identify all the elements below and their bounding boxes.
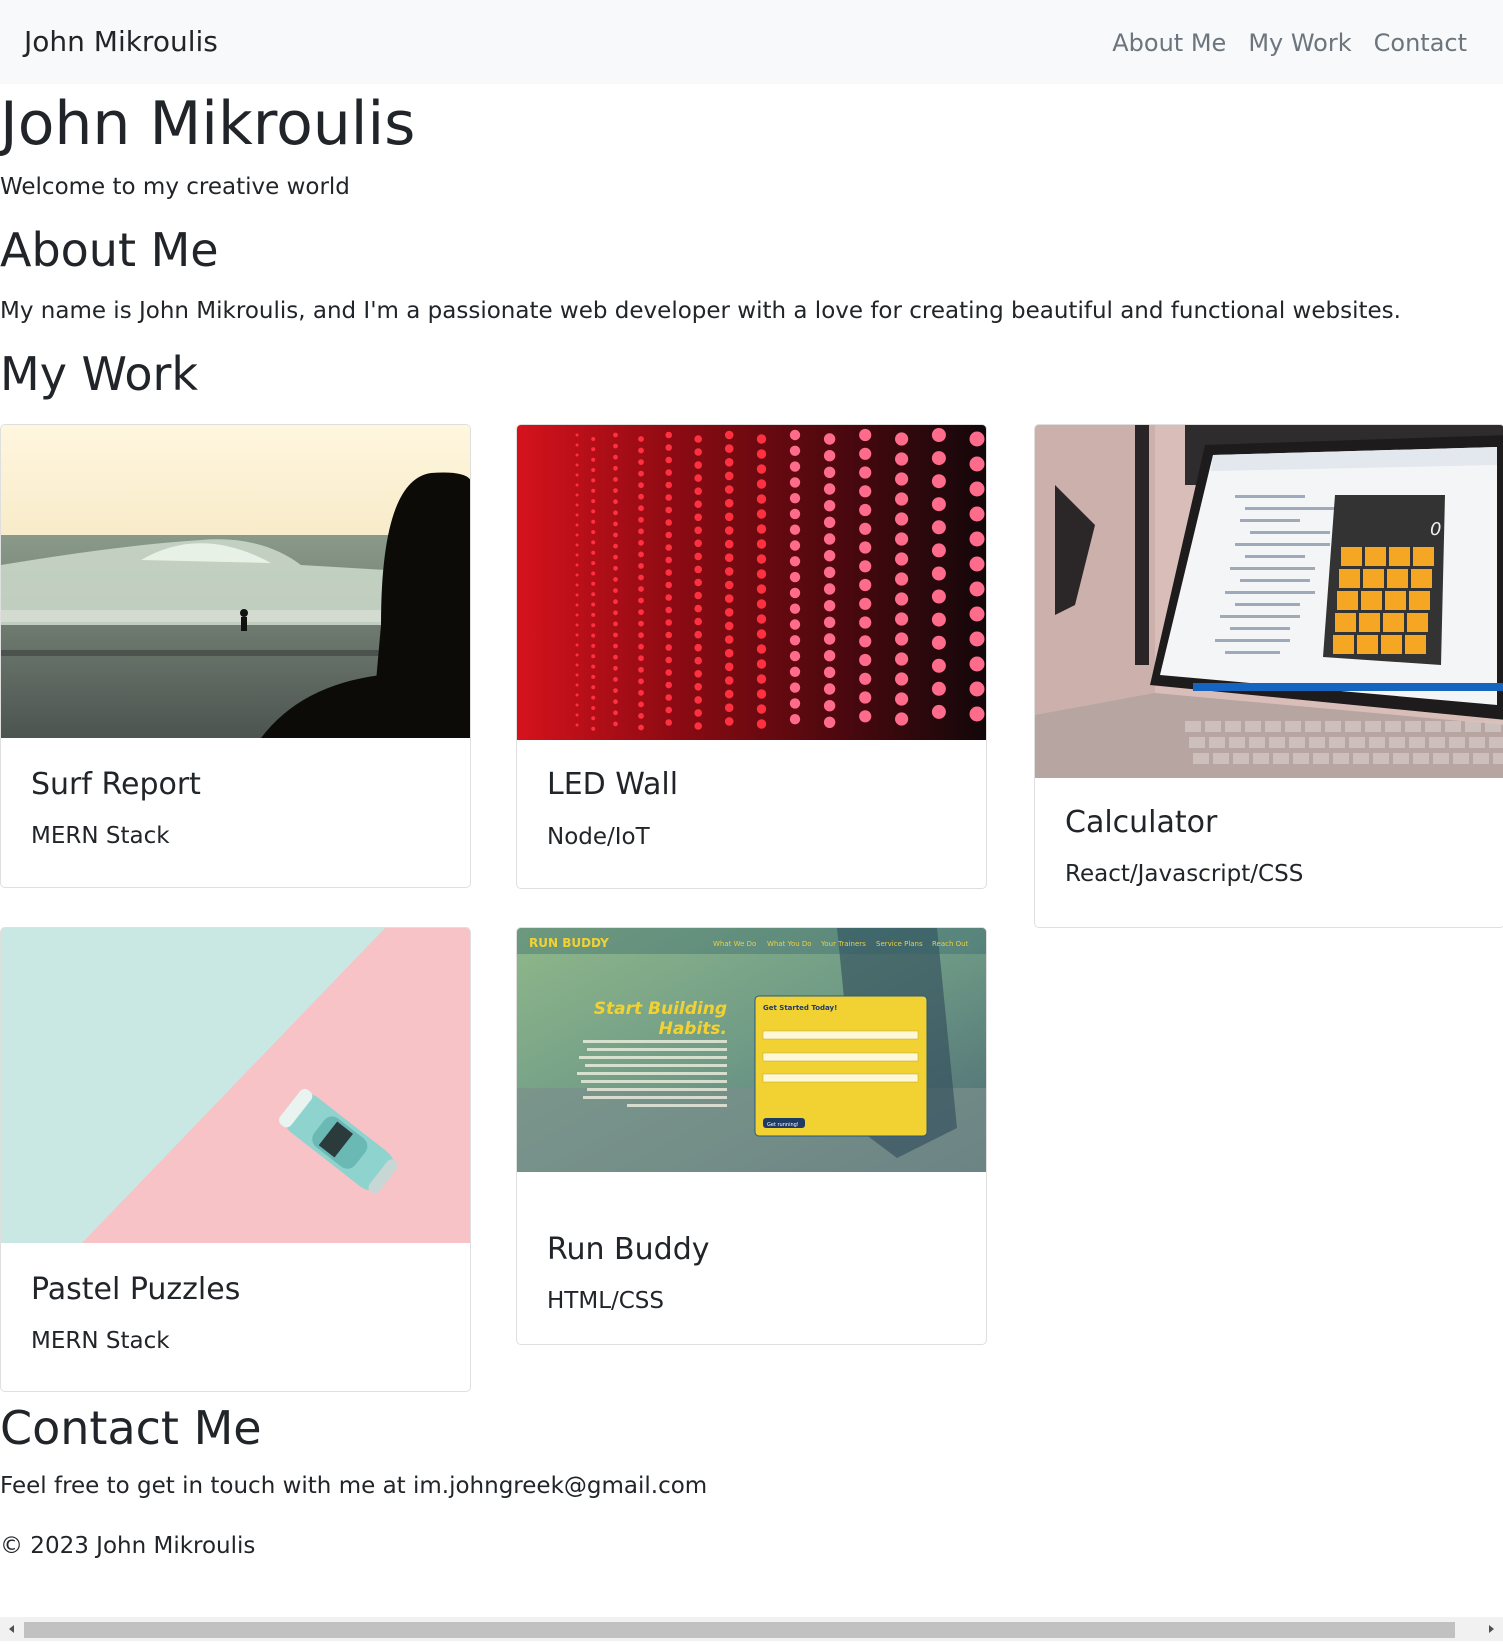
project-title: Surf Report (31, 767, 201, 802)
contact-text: Feel free to get in touch with me at im.… (0, 1473, 708, 1499)
run-buddy-nav-item: What We Do (713, 940, 756, 948)
project-title: LED Wall (547, 767, 679, 802)
project-card-led-wall[interactable]: LED Wall Node/IoT (516, 424, 987, 889)
run-buddy-form-title: Get Started Today! (763, 1004, 837, 1012)
led-wall-image (517, 425, 986, 740)
run-buddy-image: RUN BUDDY What We Do What You Do Your Tr… (517, 928, 986, 1172)
project-title: Calculator (1065, 805, 1218, 840)
nav-links: About Me My Work Contact (1112, 26, 1467, 60)
run-buddy-nav-item: Service Plans (876, 940, 923, 948)
run-buddy-headline: Habits. (659, 1019, 727, 1039)
run-buddy-logo: RUN BUDDY (529, 936, 609, 950)
navbar-brand[interactable]: John Mikroulis (24, 24, 218, 60)
project-card-pastel-puzzles[interactable]: Pastel Puzzles MERN Stack (0, 927, 471, 1392)
run-buddy-headline: Start Building (594, 999, 727, 1019)
project-subtitle: MERN Stack (31, 1328, 170, 1354)
scroll-left-arrow-icon[interactable] (0, 1617, 24, 1641)
hero-title: John Mikroulis (0, 89, 416, 159)
about-heading: About Me (0, 223, 219, 277)
project-subtitle: MERN Stack (31, 823, 170, 849)
project-subtitle: Node/IoT (547, 824, 650, 850)
project-subtitle: React/Javascript/CSS (1065, 861, 1304, 887)
nav-link-about-me[interactable]: About Me (1112, 26, 1226, 60)
project-title: Run Buddy (547, 1232, 710, 1267)
nav-link-contact[interactable]: Contact (1374, 26, 1467, 60)
pastel-puzzles-image (1, 928, 470, 1243)
calculator-image: 0 (1035, 425, 1503, 778)
footer-copyright: © 2023 John Mikroulis (0, 1533, 256, 1559)
horizontal-scrollbar[interactable] (0, 1617, 1503, 1641)
calculator-display: 0 (1430, 519, 1441, 540)
project-card-calculator[interactable]: 0 Calculator React/Javascript/CSS (1034, 424, 1503, 928)
contact-heading: Contact Me (0, 1401, 262, 1455)
scrollbar-thumb[interactable] (24, 1622, 1455, 1638)
project-card-run-buddy[interactable]: RUN BUDDY What We Do What You Do Your Tr… (516, 927, 987, 1345)
surf-image (1, 425, 470, 738)
project-card-surf-report[interactable]: Surf Report MERN Stack (0, 424, 471, 888)
hero-subtitle: Welcome to my creative world (0, 174, 350, 200)
run-buddy-form-button: Get running! (767, 1122, 799, 1128)
run-buddy-nav-item: What You Do (767, 940, 812, 948)
scroll-right-arrow-icon[interactable] (1479, 1617, 1503, 1641)
navbar: John Mikroulis About Me My Work Contact (0, 0, 1503, 84)
about-text: My name is John Mikroulis, and I'm a pas… (0, 298, 1401, 324)
project-subtitle: HTML/CSS (547, 1288, 665, 1314)
run-buddy-nav-item: Reach Out (932, 940, 969, 948)
project-title: Pastel Puzzles (31, 1272, 241, 1307)
work-heading: My Work (0, 347, 199, 401)
nav-link-my-work[interactable]: My Work (1248, 26, 1351, 60)
run-buddy-nav-item: Your Trainers (820, 940, 866, 948)
